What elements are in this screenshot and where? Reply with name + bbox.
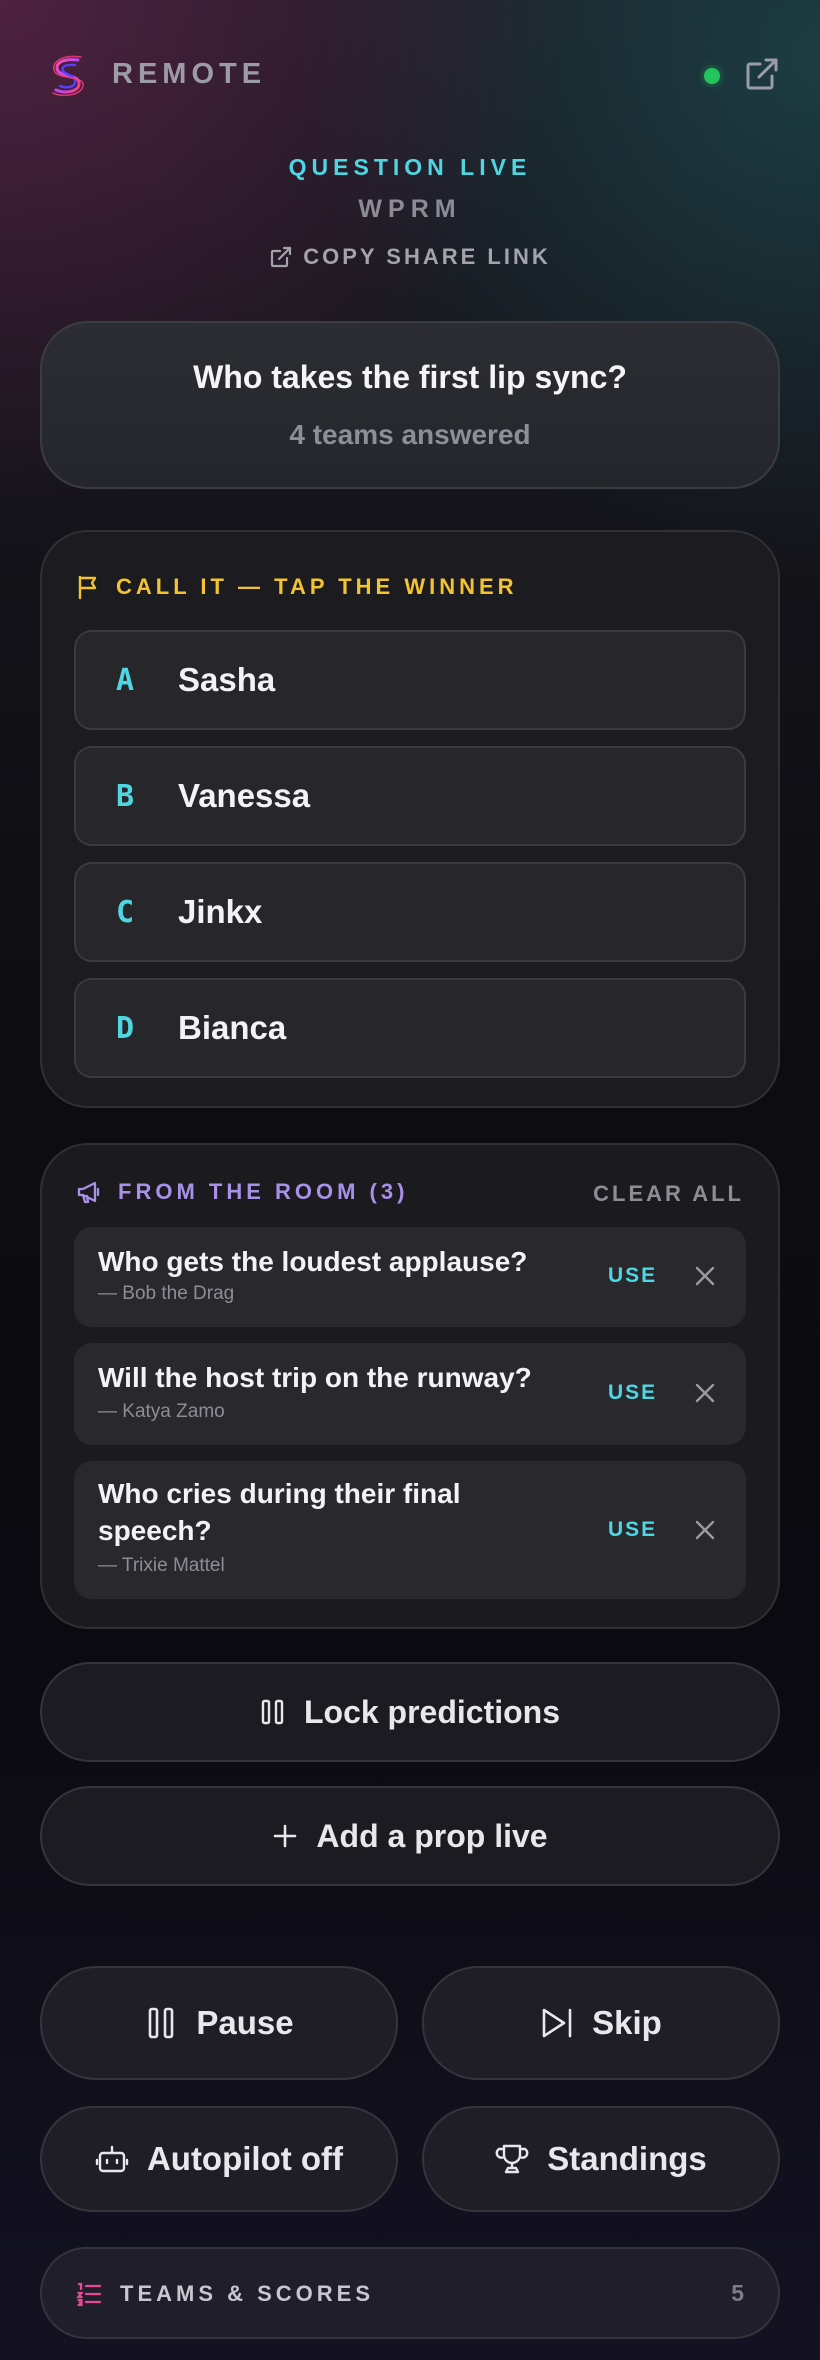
room-heading-label: FROM THE ROOM (3) [118,1179,409,1204]
option-b-button[interactable]: B Vanessa [74,746,746,846]
teams-scores-drawer[interactable]: TEAMS & SCORES 5 [40,2247,780,2339]
option-c-button[interactable]: C Jinkx [74,862,746,962]
suggestion-text: Will the host trip on the runway? [98,1362,532,1393]
question-card: Who takes the first lip sync? 4 teams an… [40,321,780,489]
option-d-button[interactable]: D Bianca [74,978,746,1078]
skip-button[interactable]: Skip [422,1966,780,2080]
option-letter: B [116,778,135,814]
pause-icon [261,1699,284,1725]
plus-icon [274,1824,297,1848]
room-heading: FROM THE ROOM (3) [76,1179,408,1205]
room-suggestions-panel: FROM THE ROOM (3) CLEAR ALL Who gets the… [40,1143,780,1629]
add-prop-live-button[interactable]: Add a prop live [40,1786,780,1886]
lock-predictions-label: Lock predictions [303,1693,561,1730]
dismiss-icon[interactable] [694,1382,716,1404]
megaphone-icon [77,1181,100,1204]
pause-icon [149,2007,174,2039]
copy-share-link-button[interactable]: COPY SHARE LINK [0,244,820,270]
suggestion-item: Who cries during their final speech? — T… [74,1461,746,1599]
use-suggestion-button[interactable]: USE [608,1264,657,1288]
answered-count: 4 teams answered [289,419,531,450]
clear-all-button[interactable]: CLEAR ALL [593,1181,744,1207]
option-name: Sasha [178,661,276,698]
question-title: Who takes the first lip sync? [193,359,627,395]
connection-status-dot [704,68,720,84]
option-a-button[interactable]: A Sasha [74,630,746,730]
skip-label: Skip [592,2004,662,2041]
skip-forward-icon [542,2008,572,2038]
suggestion-item: Will the host trip on the runway? — Katy… [74,1343,746,1445]
copy-share-link-label: COPY SHARE LINK [303,244,551,269]
trophy-icon [495,2144,529,2174]
dismiss-icon[interactable] [694,1519,716,1541]
use-suggestion-button[interactable]: USE [608,1518,657,1542]
suggestion-author: — Bob the Drag [98,1283,235,1304]
pause-button[interactable]: Pause [40,1966,398,2080]
option-letter: A [116,662,135,698]
option-letter: C [116,894,135,930]
option-name: Jinkx [178,893,263,930]
suggestion-author: — Trixie Mattel [98,1555,225,1576]
standings-label: Standings [547,2140,707,2177]
external-link-icon[interactable] [744,56,780,92]
suggestion-text: Who cries during their final speech? [98,1478,461,1546]
autopilot-toggle[interactable]: Autopilot off [40,2106,398,2212]
share-link-icon [271,246,292,268]
add-prop-live-label: Add a prop live [316,1817,548,1854]
call-winner-panel: CALL IT — TAP THE WINNER A Sasha B Vanes… [40,530,780,1108]
autopilot-label: Autopilot off [146,2140,344,2177]
teams-count: 5 [731,2280,744,2306]
question-status: QUESTION LIVE [288,154,532,180]
brand-logo-icon [48,54,88,98]
teams-scores-label: TEAMS & SCORES [120,2281,375,2306]
option-name: Vanessa [178,777,311,814]
dismiss-icon[interactable] [694,1265,716,1287]
brand-name: REMOTE [112,58,267,90]
call-winner-heading: CALL IT — TAP THE WINNER [76,574,518,600]
list-ordered-icon [76,2282,102,2307]
robot-icon [95,2145,129,2173]
flag-icon [78,575,97,600]
use-suggestion-button[interactable]: USE [608,1381,657,1405]
room-code: WPRM [358,195,462,223]
suggestion-text: Who gets the loudest applause? [98,1246,528,1277]
option-name: Bianca [178,1009,287,1046]
suggestion-author: — Katya Zamo [98,1401,225,1422]
call-winner-label: CALL IT — TAP THE WINNER [116,574,518,599]
lock-predictions-button[interactable]: Lock predictions [40,1662,780,1762]
standings-button[interactable]: Standings [422,2106,780,2212]
option-letter: D [116,1010,135,1046]
pause-label: Pause [196,2004,294,2041]
suggestion-item: Who gets the loudest applause? — Bob the… [74,1227,746,1327]
